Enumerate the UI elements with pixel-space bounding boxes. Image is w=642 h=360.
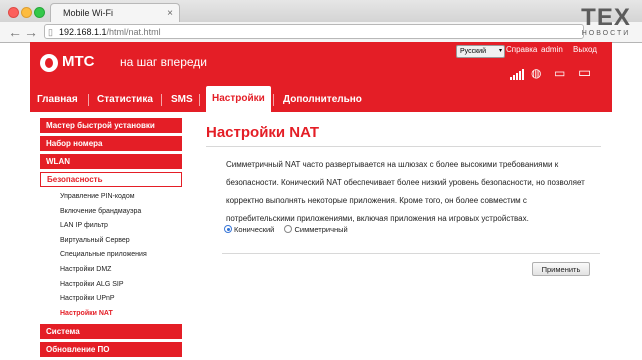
apply-button[interactable]: Применить: [532, 262, 590, 276]
username: admin: [541, 45, 563, 54]
menu-statistics[interactable]: Статистика: [97, 88, 153, 112]
cone-nat-label[interactable]: Конический: [234, 225, 274, 234]
sidebar-subitem-virtual-server[interactable]: Виртуальный Сервер: [40, 234, 182, 249]
back-arrow-icon[interactable]: ←: [8, 24, 22, 40]
sidebar-subitem-alg-sip[interactable]: Настройки ALG SIP: [40, 278, 182, 293]
url-host: 192.168.1.1: [59, 27, 107, 37]
minimize-window-button[interactable]: [21, 7, 32, 18]
help-link[interactable]: Справка: [506, 45, 537, 54]
close-window-button[interactable]: [8, 7, 19, 18]
sidebar: Мастер быстрой установки Набор номера WL…: [40, 118, 182, 360]
sidebar-subitem-lan-ip-filter[interactable]: LAN IP фильтр: [40, 219, 182, 234]
monitor-icon: ▭: [554, 66, 566, 80]
cone-nat-radio[interactable]: [224, 225, 232, 234]
slogan: на шаг впереди: [120, 55, 207, 69]
tab-close-icon[interactable]: ×: [167, 4, 173, 23]
battery-icon: ▭: [578, 64, 592, 80]
language-value: Русский: [460, 48, 486, 55]
sidebar-subitem-firewall[interactable]: Включение брандмауэра: [40, 205, 182, 220]
language-select[interactable]: Русский ▾: [456, 45, 505, 58]
zoom-window-button[interactable]: [34, 7, 45, 18]
menu-advanced[interactable]: Дополнительно: [283, 88, 362, 112]
brand-name: МТС: [62, 53, 95, 70]
page-title: Настройки NAT: [206, 124, 320, 141]
router-header: МТС на шаг впереди Русский ▾ Справка adm…: [30, 42, 612, 112]
sidebar-subitem-nat[interactable]: Настройки NAT: [40, 307, 182, 322]
sidebar-item-update[interactable]: Обновление ПО: [40, 342, 182, 358]
symmetric-nat-radio[interactable]: [284, 225, 293, 234]
menu-sms[interactable]: SMS: [171, 88, 193, 112]
sidebar-item-system[interactable]: Система: [40, 324, 182, 340]
watermark-subtext: НОВОСТИ: [581, 30, 631, 37]
tab-title: Mobile Wi-Fi: [63, 8, 114, 18]
nat-description: Симметричный NAT часто развертывается на…: [226, 160, 585, 223]
browser-toolbar: ← → ▯ 192.168.1.1/html/nat.html: [0, 22, 642, 43]
watermark-logo: TEX НОВОСТИ: [576, 6, 636, 44]
page-icon: ▯: [48, 27, 53, 37]
menu-home[interactable]: Главная: [37, 88, 78, 112]
content-divider: [222, 253, 600, 254]
forward-arrow-icon[interactable]: →: [24, 24, 38, 40]
sidebar-item-quick-setup[interactable]: Мастер быстрой установки: [40, 118, 182, 133]
sidebar-item-dialup[interactable]: Набор номера: [40, 136, 182, 151]
main-menu: Главная Статистика SMS Настройки Дополни…: [30, 86, 612, 112]
globe-icon: ◍: [531, 66, 542, 80]
watermark-text: TEX: [581, 4, 631, 31]
logout-link[interactable]: Выход: [573, 45, 597, 54]
address-bar[interactable]: ▯ 192.168.1.1/html/nat.html: [44, 24, 584, 39]
nat-type-radio-group: Конический Симметричный: [224, 224, 356, 234]
sidebar-subitem-pin[interactable]: Управление PIN-кодом: [40, 190, 182, 205]
browser-tab-bar: Mobile Wi-Fi ×: [0, 0, 642, 22]
signal-strength-icon: [510, 66, 525, 80]
sidebar-item-wlan[interactable]: WLAN: [40, 154, 182, 169]
mts-egg-logo-icon: [40, 54, 58, 72]
title-divider: [206, 146, 601, 147]
symmetric-nat-label[interactable]: Симметричный: [294, 225, 347, 234]
sidebar-item-security[interactable]: Безопасность: [40, 172, 182, 187]
sidebar-subitem-dmz[interactable]: Настройки DMZ: [40, 263, 182, 278]
sidebar-subitem-special-apps[interactable]: Специальные приложения: [40, 248, 182, 263]
chevron-down-icon: ▾: [498, 48, 502, 54]
browser-tab[interactable]: Mobile Wi-Fi ×: [50, 3, 180, 22]
menu-settings[interactable]: Настройки: [206, 86, 271, 112]
sidebar-subitem-upnp[interactable]: Настройки UPnP: [40, 292, 182, 307]
url-path: /html/nat.html: [106, 27, 161, 37]
